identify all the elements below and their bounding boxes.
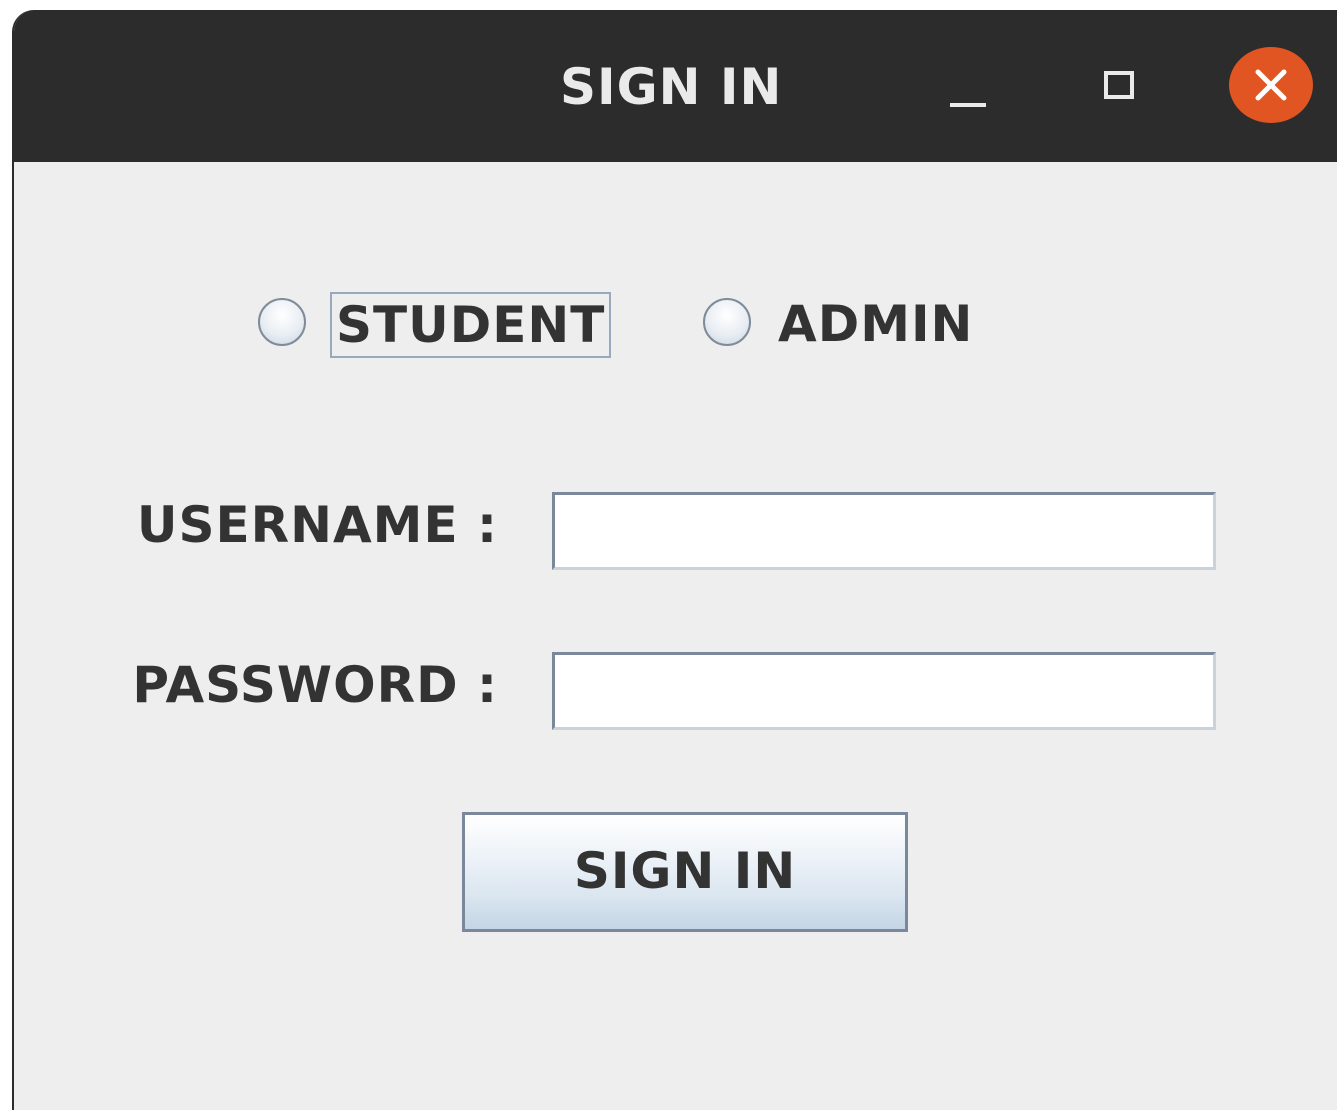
close-icon — [1255, 69, 1287, 101]
username-label: USERNAME : — [136, 496, 498, 554]
form-panel: STUDENT ADMIN USERNAME : PASSWORD : SIGN… — [14, 162, 1337, 1110]
admin-radio-label[interactable]: ADMIN — [778, 292, 973, 356]
minimize-icon — [950, 103, 986, 107]
window-title: SIGN IN — [560, 58, 783, 116]
sign-in-button[interactable]: SIGN IN — [462, 812, 908, 932]
username-input[interactable] — [552, 492, 1216, 570]
close-button[interactable] — [1229, 47, 1313, 123]
password-label: PASSWORD : — [132, 656, 498, 714]
title-bar[interactable]: SIGN IN — [14, 10, 1337, 162]
admin-radio[interactable] — [703, 298, 751, 346]
password-input[interactable] — [552, 652, 1216, 730]
maximize-icon — [1104, 71, 1134, 99]
minimize-button[interactable] — [930, 46, 1014, 130]
sign-in-window: SIGN IN STUDENT ADMIN USERNAME : PASSWOR… — [12, 10, 1337, 1110]
student-radio[interactable] — [258, 298, 306, 346]
maximize-button[interactable] — [1078, 46, 1162, 130]
student-radio-label[interactable]: STUDENT — [330, 292, 612, 358]
